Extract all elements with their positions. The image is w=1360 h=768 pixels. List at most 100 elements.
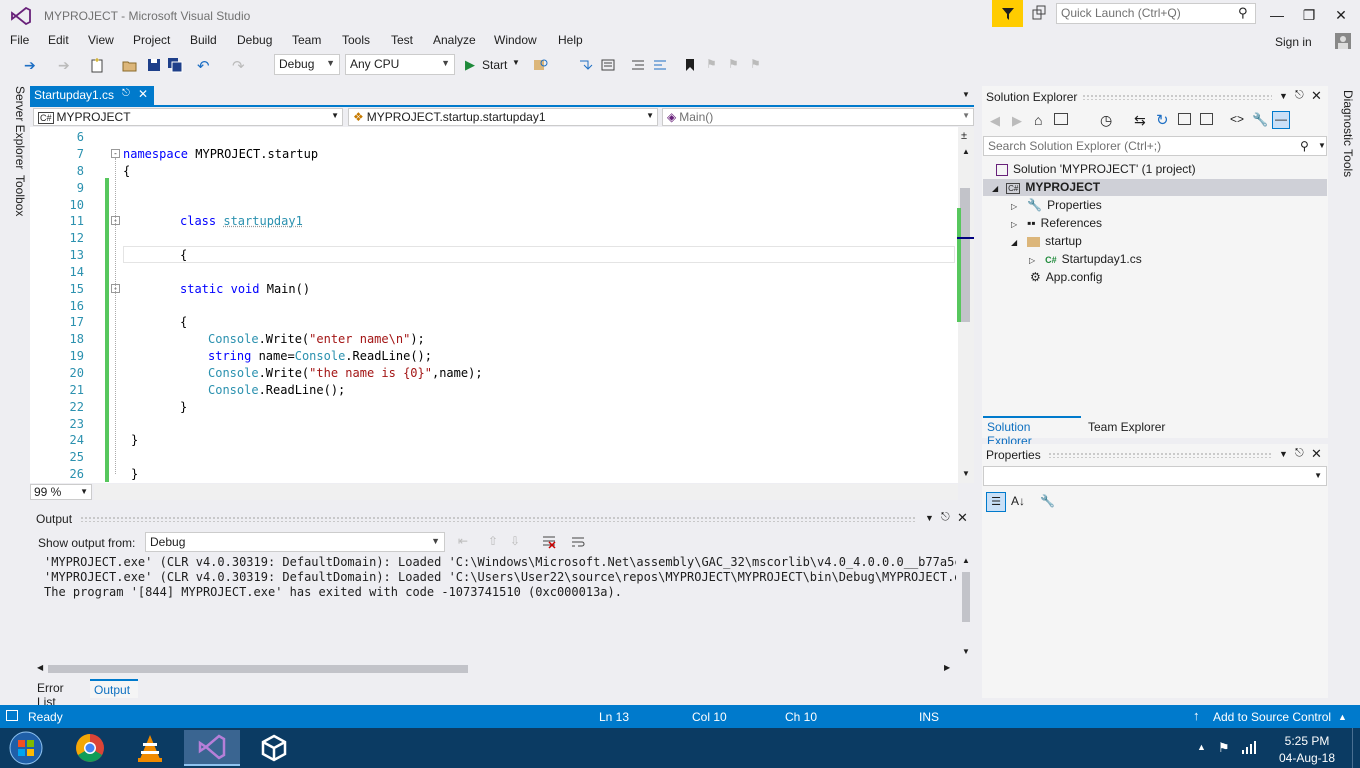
open-file-icon[interactable] [122,57,138,73]
quick-launch-input[interactable]: Quick Launch (Ctrl+Q) [1056,3,1256,24]
toggle-word-wrap-icon[interactable] [570,534,586,550]
show-hidden-icons-chevron-icon[interactable]: ▲ [1197,742,1206,752]
tab-team-explorer[interactable]: Team Explorer [1084,418,1174,437]
clear-bookmarks-icon[interactable]: ⚑ [750,57,766,73]
chevron-up-icon[interactable]: ▲ [1338,712,1347,722]
sign-in-link[interactable]: Sign in [1275,35,1312,49]
unity-taskbar-icon[interactable] [246,730,302,766]
minimize-button[interactable]: — [1262,4,1292,26]
close-icon[interactable]: ✕ [1311,446,1322,462]
menu-file[interactable]: File [10,33,29,47]
categorized-icon[interactable]: ☰ [986,492,1006,512]
avatar[interactable] [1335,33,1351,49]
restore-button[interactable]: ❐ [1294,4,1324,26]
alphabetical-sort-icon[interactable]: A↓ [1011,494,1025,508]
toolbox-tab[interactable]: Toolbox [9,175,27,216]
menu-debug[interactable]: Debug [237,33,272,47]
document-tab-startupday1[interactable]: Startupday1.cs ⎋ ✕ [30,86,154,105]
home-icon[interactable]: ⌂ [1034,112,1042,128]
collapse-all-icon[interactable] [1178,113,1191,125]
start-play-icon[interactable]: ▶ [465,57,475,73]
tree-item-solution[interactable]: Solution 'MYPROJECT' (1 project) [996,162,1196,176]
chrome-taskbar-icon[interactable] [62,730,118,766]
preview-selected-items-icon[interactable]: — [1272,111,1290,129]
back-icon[interactable]: ◀ [990,113,1000,129]
menu-test[interactable]: Test [391,33,413,47]
refresh-icon[interactable]: ↻ [1156,111,1169,129]
scrollbar-thumb[interactable] [960,188,970,322]
solution-platform-select[interactable]: Any CPU ▼ [345,54,455,75]
uncomment-lines-icon[interactable] [652,57,668,73]
menu-build[interactable]: Build [190,33,217,47]
output-source-select[interactable]: Debug ▼ [145,532,445,552]
add-to-source-control-button[interactable]: Add to Source Control [1213,710,1331,724]
server-explorer-tab[interactable]: Server Explorer [9,86,27,169]
close-window-button[interactable]: ✕ [1326,4,1356,26]
pin-icon[interactable]: ⎋ [122,88,130,99]
close-icon[interactable]: ✕ [957,510,968,526]
tab-error-list[interactable]: Error List [34,679,86,709]
menu-tools[interactable]: Tools [342,33,370,47]
menu-help[interactable]: Help [558,33,583,47]
property-pages-wrench-icon[interactable]: 🔧 [1040,494,1055,508]
pending-changes-filter-icon[interactable]: ◷ [1100,112,1112,129]
tree-item-properties[interactable]: ▷ 🔧 Properties [1011,198,1102,212]
solution-search-input[interactable]: Search Solution Explorer (Ctrl+;) [983,136,1327,156]
close-icon[interactable]: ✕ [138,87,148,101]
switch-views-icon[interactable] [1054,113,1068,125]
undo-icon[interactable]: ↶ [197,57,213,75]
project-navigation-select[interactable]: C# MYPROJECT ▼ [33,108,343,126]
chevron-down-icon[interactable]: ▼ [1279,449,1288,459]
properties-object-select[interactable]: ▼ [983,466,1327,486]
scroll-up-icon[interactable]: ▲ [962,147,970,156]
properties-wrench-icon[interactable]: 🔧 [1252,112,1268,128]
save-icon[interactable] [146,57,162,73]
pin-icon[interactable]: ⎋ [1295,89,1304,102]
zoom-level-select[interactable]: 99 % ▼ [30,484,92,500]
collapse-namespace-icon[interactable]: - [111,149,120,158]
scroll-down-icon[interactable]: ▼ [962,647,970,656]
previous-message-icon[interactable]: ⇧ [488,534,504,550]
member-navigation-select[interactable]: ◈ Main() ▼ [662,108,974,126]
menu-team[interactable]: Team [292,33,321,47]
clock-time[interactable]: 5:25 PM [1280,734,1334,748]
next-message-icon[interactable]: ⇩ [510,534,526,550]
menu-project[interactable]: Project [133,33,170,47]
find-message-in-code-icon[interactable]: ⇤ [458,534,474,550]
tree-item-app-config[interactable]: ⚙ App.config [1030,270,1102,284]
network-signal-icon[interactable] [1241,740,1259,754]
solution-configuration-select[interactable]: Debug ▼ [274,54,340,75]
menu-edit[interactable]: Edit [48,33,69,47]
scroll-down-icon[interactable]: ▼ [962,469,970,478]
visual-studio-taskbar-icon[interactable] [184,730,240,766]
pin-icon[interactable]: ⎋ [1295,447,1304,460]
clear-all-icon[interactable] [541,534,557,550]
feedback-filter-icon[interactable] [992,0,1023,27]
action-center-flag-icon[interactable]: ⚑ [1218,740,1230,756]
chevron-down-icon[interactable]: ▼ [512,58,520,67]
scrollbar-thumb[interactable] [962,572,970,622]
navigate-back-icon[interactable]: ➔ [24,57,40,73]
new-project-icon[interactable] [89,57,105,73]
windows-start-icon[interactable] [6,730,46,766]
chevron-down-icon[interactable]: ▼ [1279,91,1288,101]
bookmark-icon[interactable] [682,57,698,73]
tab-overflow-chevron-icon[interactable]: ▼ [962,90,970,99]
menu-view[interactable]: View [88,33,114,47]
tree-item-startupday1-cs[interactable]: ▷ C# Startupday1.cs [1029,252,1142,266]
type-navigation-select[interactable]: ❖ MYPROJECT.startup.startupday1 ▼ [348,108,658,126]
scroll-right-icon[interactable]: ▶ [944,663,950,672]
show-all-files-icon[interactable] [1200,113,1213,125]
previous-bookmark-icon[interactable]: ⚑ [706,57,722,73]
notifications-icon[interactable] [1031,5,1047,21]
split-editor-icon[interactable]: ± [961,130,967,142]
scrollbar-thumb[interactable] [48,665,468,673]
chevron-down-icon[interactable]: ▼ [1318,141,1326,150]
code-editor[interactable] [30,127,974,483]
pin-icon[interactable]: ⎋ [941,511,950,524]
tree-item-references[interactable]: ▷ ▪▪ References [1011,216,1102,230]
tab-solution-explorer[interactable]: Solution Explorer [983,416,1081,448]
editor-horizontal-scrollbar[interactable] [94,484,958,500]
menu-analyze[interactable]: Analyze [433,33,476,47]
find-in-files-icon[interactable] [533,57,549,73]
